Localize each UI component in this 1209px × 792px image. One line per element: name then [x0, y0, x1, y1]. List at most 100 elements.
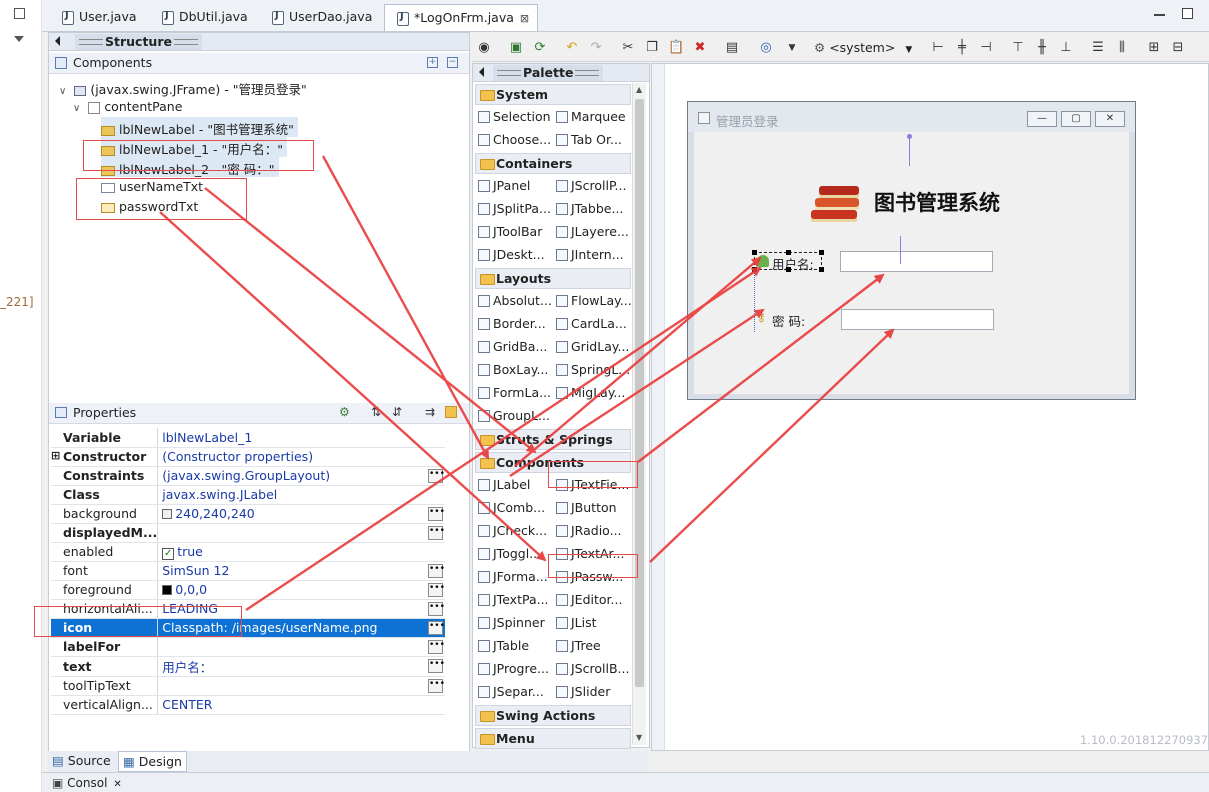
- palette-item[interactable]: JIntern...: [553, 245, 631, 266]
- property-row[interactable]: text 用户名： •••: [51, 656, 445, 677]
- show-source-icon[interactable]: ▣: [508, 40, 524, 56]
- property-row[interactable]: Class javax.swing.JLabel: [51, 485, 445, 505]
- palette-item[interactable]: JScrollB...: [553, 659, 631, 680]
- palette-item[interactable]: JComb...: [475, 498, 553, 519]
- look-and-feel-selector[interactable]: ⚙ <system> ▼: [814, 40, 912, 55]
- palette-category[interactable]: Containers: [475, 153, 631, 174]
- undo-icon[interactable]: ↶: [564, 40, 580, 56]
- palette-item[interactable]: JList: [553, 613, 631, 634]
- align-right-icon[interactable]: ⊣: [978, 40, 994, 56]
- palette-item[interactable]: JSpinner: [475, 613, 553, 634]
- expand-all-icon[interactable]: +: [427, 57, 438, 68]
- scroll-up-icon[interactable]: ▲: [636, 85, 642, 94]
- globe-icon[interactable]: ◎: [758, 40, 774, 56]
- palette-item[interactable]: JLayere...: [553, 222, 631, 243]
- palette-item[interactable]: JButton: [553, 498, 631, 519]
- collapse-arrow-icon[interactable]: [479, 67, 484, 77]
- align-bottom-icon[interactable]: ⊥: [1058, 40, 1074, 56]
- palette-item[interactable]: Marquee: [553, 107, 631, 128]
- palette-item[interactable]: JToggl...: [475, 544, 553, 565]
- chevron-down-icon[interactable]: ▼: [784, 40, 800, 56]
- property-row[interactable]: enabled ✓ true: [51, 542, 445, 562]
- palette-item[interactable]: JLabel: [475, 475, 553, 496]
- property-value[interactable]: javax.swing.JLabel: [157, 485, 445, 505]
- palette-item[interactable]: JTextPa...: [475, 590, 553, 611]
- username-field-preview[interactable]: [840, 251, 993, 272]
- palette-item[interactable]: Absolut...: [475, 291, 553, 312]
- property-value[interactable]: 0,0,0 •••: [157, 580, 445, 600]
- palette-item[interactable]: CardLa...: [553, 314, 631, 335]
- tab-user-java[interactable]: User.java: [50, 4, 145, 31]
- palette-item[interactable]: JDeskt...: [475, 245, 553, 266]
- property-row[interactable]: verticalAlign... CENTER: [51, 695, 445, 715]
- properties-window-icon[interactable]: ▤: [724, 40, 740, 56]
- console-tab[interactable]: ▣ Consol ✕: [52, 776, 122, 790]
- palette-item[interactable]: Tab Or...: [553, 130, 631, 151]
- tree-item-contentpane[interactable]: ∨ contentPane: [73, 97, 182, 117]
- jframe-title-bar[interactable]: 管理员登录 — ▢ ✕: [688, 102, 1135, 132]
- delete-icon[interactable]: ✖: [692, 40, 708, 56]
- redo-icon[interactable]: ↷: [588, 40, 604, 56]
- property-row[interactable]: font SimSun 12 •••: [51, 561, 445, 581]
- tree-item-jframe[interactable]: ∨ (javax.swing.JFrame) - "管理员登录": [59, 77, 307, 97]
- property-value[interactable]: ✓ true: [157, 542, 445, 562]
- advanced-properties-icon[interactable]: ⇉: [425, 405, 435, 419]
- palette-item[interactable]: JProgre...: [475, 659, 553, 680]
- edit-property-button[interactable]: •••: [428, 582, 445, 597]
- property-value[interactable]: •••: [157, 676, 445, 696]
- tab-source[interactable]: ▤ Source: [52, 753, 111, 768]
- palette-item[interactable]: Border...: [475, 314, 553, 335]
- palette-item[interactable]: JPanel: [475, 176, 553, 197]
- palette-item[interactable]: FormLa...: [475, 383, 553, 404]
- palette-item[interactable]: Choose...: [475, 130, 553, 151]
- cut-icon[interactable]: ✂: [620, 40, 636, 56]
- align-middle-icon[interactable]: ╫: [1034, 40, 1050, 56]
- edit-property-button[interactable]: •••: [428, 639, 445, 654]
- edit-property-button[interactable]: •••: [428, 563, 445, 578]
- password-field-preview[interactable]: [841, 309, 994, 330]
- tab-userdao-java[interactable]: UserDao.java: [260, 4, 380, 31]
- menu-icon[interactable]: [445, 406, 457, 418]
- palette-category[interactable]: Menu: [475, 728, 631, 749]
- collapse-arrow-icon[interactable]: [55, 36, 60, 46]
- minimize-icon[interactable]: [1154, 14, 1165, 16]
- property-row[interactable]: ⊞ Constructor (Constructor properties): [51, 447, 445, 467]
- align-left-icon[interactable]: ⊢: [930, 40, 946, 56]
- test-gui-icon[interactable]: ◉: [476, 40, 492, 56]
- property-row[interactable]: toolTipText •••: [51, 676, 445, 696]
- palette-item[interactable]: JRadio...: [553, 521, 631, 542]
- property-value[interactable]: •••: [157, 637, 445, 657]
- sort-icon[interactable]: ⇵: [392, 405, 402, 419]
- property-row[interactable]: foreground 0,0,0 •••: [51, 580, 445, 600]
- close-tab-icon[interactable]: ⊠: [520, 12, 529, 25]
- space-horizontal-icon[interactable]: ☰: [1090, 40, 1106, 56]
- copy-icon[interactable]: ❐: [644, 40, 660, 56]
- username-label-selection[interactable]: 用户名:: [752, 250, 824, 272]
- palette-item[interactable]: JSlider: [553, 682, 631, 703]
- edit-property-button[interactable]: •••: [428, 525, 445, 540]
- edit-property-button[interactable]: •••: [428, 658, 445, 673]
- palette-category[interactable]: Swing Actions: [475, 705, 631, 726]
- align-top-icon[interactable]: ⊤: [1010, 40, 1026, 56]
- content-pane[interactable]: 图书管理系统 用户名: ⚷ 密 码:: [694, 132, 1129, 394]
- palette-item[interactable]: BoxLay...: [475, 360, 553, 381]
- property-row[interactable]: labelFor •••: [51, 637, 445, 657]
- palette-item[interactable]: JSplitPa...: [475, 199, 553, 220]
- property-value[interactable]: CENTER: [157, 695, 445, 715]
- property-row[interactable]: Constraints (javax.swing.GroupLayout) •••: [51, 466, 445, 486]
- edit-property-button[interactable]: •••: [428, 620, 445, 635]
- scroll-thumb[interactable]: [635, 99, 644, 687]
- property-value[interactable]: lblNewLabel_1: [157, 428, 445, 448]
- palette-item[interactable]: JForma...: [475, 567, 553, 588]
- palette-item[interactable]: SpringL...: [553, 360, 631, 381]
- frame-minimize-icon[interactable]: —: [1027, 111, 1057, 127]
- palette-scrollbar[interactable]: ▲ ▼: [632, 83, 646, 745]
- same-width-icon[interactable]: ⊞: [1146, 40, 1162, 56]
- paste-icon[interactable]: 📋: [668, 40, 684, 56]
- property-row[interactable]: background 240,240,240 •••: [51, 504, 445, 524]
- palette-item[interactable]: MigLay...: [553, 383, 631, 404]
- property-value[interactable]: 用户名： •••: [157, 656, 445, 677]
- space-vertical-icon[interactable]: ⫼: [1114, 40, 1130, 56]
- palette-item[interactable]: GroupL...: [475, 406, 553, 427]
- palette-item[interactable]: JTabbe...: [553, 199, 631, 220]
